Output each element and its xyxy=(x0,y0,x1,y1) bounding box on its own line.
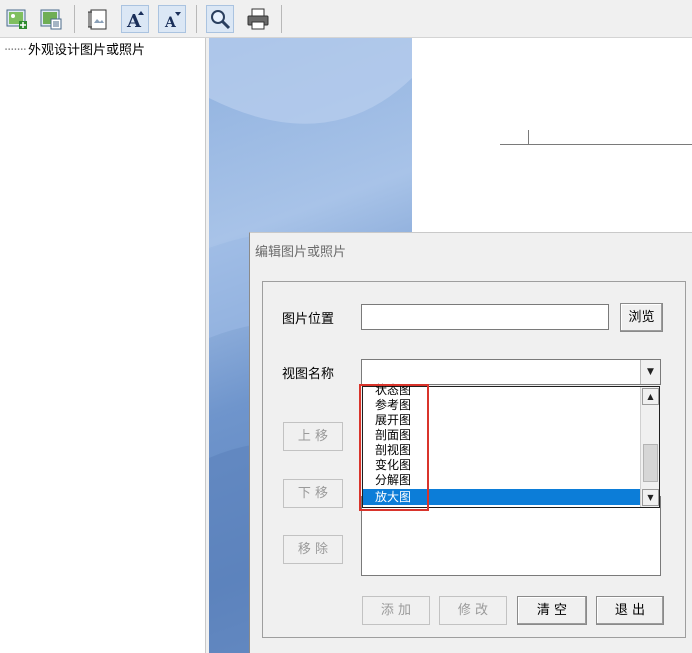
svg-text:A: A xyxy=(164,15,177,31)
clear-button[interactable]: 清 空 xyxy=(517,596,587,625)
move-up-button[interactable]: 上 移 xyxy=(283,422,343,451)
tree-connector: ······· xyxy=(4,43,27,58)
insert-image-icon xyxy=(40,9,62,30)
page-frame-button[interactable] xyxy=(84,5,112,33)
dialog-title: 编辑图片或照片 xyxy=(255,245,347,260)
exit-button[interactable]: 退 出 xyxy=(596,596,664,625)
image-location-input[interactable] xyxy=(361,304,609,330)
annotation-highlight-box xyxy=(359,384,429,511)
print-button[interactable] xyxy=(244,5,272,33)
toolbar-separator xyxy=(196,5,197,33)
insert-image-button[interactable] xyxy=(37,5,65,33)
tree-item-label: 外观设计图片或照片 xyxy=(27,43,145,58)
print-icon xyxy=(247,8,269,30)
scroll-up-icon[interactable]: ▲ xyxy=(642,388,659,405)
tree-item-design-images[interactable]: ······· 外观设计图片或照片 xyxy=(4,39,145,58)
add-image-button[interactable] xyxy=(3,5,31,33)
modify-button[interactable]: 修 改 xyxy=(439,596,507,625)
toolbar-separator xyxy=(74,5,75,33)
browse-button[interactable]: 浏览 xyxy=(620,303,663,332)
toolbar-separator xyxy=(281,5,282,33)
zoom-button[interactable] xyxy=(206,5,234,33)
add-image-icon xyxy=(6,9,27,29)
dropdown-scrollbar[interactable]: ▲ ▼ xyxy=(640,387,659,507)
page-corner-mark xyxy=(528,130,529,145)
font-decrease-button[interactable]: A xyxy=(158,5,186,33)
chevron-down-icon[interactable]: ▼ xyxy=(640,360,660,384)
remove-button[interactable]: 移 除 xyxy=(283,535,343,564)
font-decrease-icon: A xyxy=(164,12,181,31)
image-location-label: 图片位置 xyxy=(282,312,335,327)
edit-image-dialog: 编辑图片或照片 图片位置 浏览 视图名称 ▼ 上 移 下 移 移 除 添 加 修… xyxy=(249,232,692,653)
add-button[interactable]: 添 加 xyxy=(362,596,430,625)
scrollbar-thumb[interactable] xyxy=(643,444,658,482)
page-frame-icon xyxy=(88,9,107,30)
move-down-button[interactable]: 下 移 xyxy=(283,479,343,508)
scroll-down-icon[interactable]: ▼ xyxy=(642,489,659,506)
outline-tree: ······· 外观设计图片或照片 xyxy=(0,38,205,653)
zoom-icon xyxy=(211,10,231,30)
view-name-label: 视图名称 xyxy=(282,367,335,382)
font-increase-button[interactable]: A xyxy=(121,5,149,33)
toolbar: A A xyxy=(0,0,692,38)
font-increase-icon: A xyxy=(126,11,144,32)
